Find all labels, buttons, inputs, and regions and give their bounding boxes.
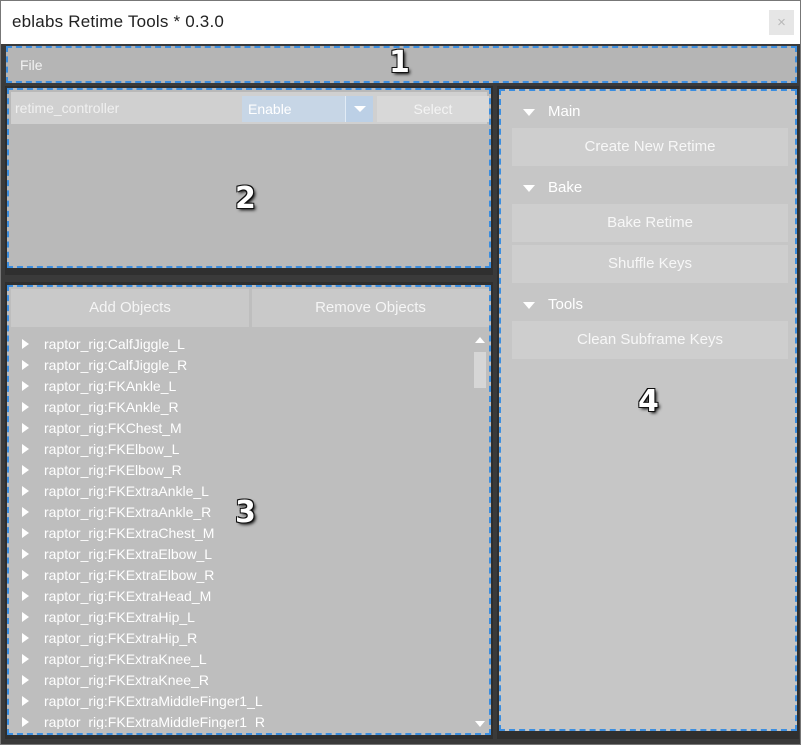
expand-arrow-icon[interactable]: [22, 381, 29, 391]
triangle-down-icon: [523, 109, 535, 116]
scroll-down-icon[interactable]: [475, 721, 485, 727]
controller-name: retime_controller: [15, 100, 120, 116]
tree-item[interactable]: raptor_rig:FKExtraHip_L: [15, 607, 471, 628]
triangle-down-icon: [523, 185, 535, 192]
region-number-3: 3: [235, 495, 256, 530]
tree-item-label: raptor_rig:FKExtraElbow_L: [44, 546, 213, 562]
tree-item-label: raptor_rig:FKAnkle_R: [44, 399, 179, 415]
expand-arrow-icon[interactable]: [22, 444, 29, 454]
tree-item-label: raptor_rig:FKChest_M: [44, 420, 182, 436]
tree-item[interactable]: raptor_rig:FKExtraHead_M: [15, 586, 471, 607]
tree-item-label: raptor_rig:FKExtraKnee_L: [44, 651, 207, 667]
tree-item-label: raptor_rig:FKExtraAnkle_R: [44, 504, 212, 520]
object-tree: raptor_rig:CalfJiggle_L raptor_rig:CalfJi…: [15, 334, 471, 729]
tree-item[interactable]: raptor_rig:FKExtraMiddleFinger1_R: [15, 712, 471, 729]
region-number-2: 2: [235, 181, 256, 216]
expand-arrow-icon[interactable]: [22, 507, 29, 517]
mode-dropdown[interactable]: Enable: [242, 96, 373, 122]
expand-arrow-icon[interactable]: [22, 486, 29, 496]
section-main-label: Main: [548, 103, 581, 120]
menu-file[interactable]: File: [20, 57, 43, 73]
tree-item[interactable]: raptor_rig:FKAnkle_R: [15, 397, 471, 418]
remove-objects-button[interactable]: Remove Objects: [252, 289, 489, 327]
clean-subframe-keys-button[interactable]: Clean Subframe Keys: [512, 321, 788, 359]
chevron-down-icon[interactable]: [345, 96, 373, 122]
tree-item-label: raptor_rig:FKExtraHip_L: [44, 609, 195, 625]
tree-item-label: raptor_rig:FKExtraMiddleFinger1_L: [44, 693, 263, 709]
tree-item[interactable]: raptor_rig:FKAnkle_L: [15, 376, 471, 397]
triangle-down-icon: [523, 302, 535, 309]
bake-retime-button[interactable]: Bake Retime: [512, 204, 788, 242]
tree-item[interactable]: raptor_rig:FKExtraMiddleFinger1_L: [15, 691, 471, 712]
tree-item[interactable]: raptor_rig:FKElbow_R: [15, 460, 471, 481]
scroll-thumb[interactable]: [474, 352, 486, 388]
tree-item-label: raptor_rig:FKExtraHead_M: [44, 588, 212, 604]
title-bar: eblabs Retime Tools * 0.3.0 ×: [1, 1, 800, 44]
tree-item-label: raptor_rig:FKExtraChest_M: [44, 525, 215, 541]
region-number-4: 4: [638, 384, 659, 419]
tree-item-label: raptor_rig:FKExtraKnee_R: [44, 672, 209, 688]
section-tools-label: Tools: [548, 296, 584, 313]
tree-item[interactable]: raptor_rig:FKExtraKnee_R: [15, 670, 471, 691]
tree-item-label: raptor_rig:FKElbow_R: [44, 462, 182, 478]
expand-arrow-icon[interactable]: [22, 528, 29, 538]
expand-arrow-icon[interactable]: [22, 402, 29, 412]
tree-item-label: raptor_rig:FKExtraMiddleFinger1_R: [44, 714, 265, 729]
tree-item-label: raptor_rig:FKExtraAnkle_L: [44, 483, 209, 499]
tree-item-label: raptor_rig:FKExtraHip_R: [44, 630, 198, 646]
scroll-up-icon[interactable]: [475, 337, 485, 343]
mode-dropdown-value: Enable: [248, 101, 292, 117]
expand-arrow-icon[interactable]: [22, 633, 29, 643]
controller-panel: retime_controller Enable Select: [7, 88, 491, 268]
objects-button-row: Add Objects Remove Objects: [11, 289, 489, 327]
tree-item[interactable]: raptor_rig:CalfJiggle_L: [15, 334, 471, 355]
close-icon[interactable]: ×: [769, 10, 794, 35]
expand-arrow-icon[interactable]: [22, 612, 29, 622]
expand-arrow-icon[interactable]: [22, 717, 29, 727]
expand-arrow-icon[interactable]: [22, 465, 29, 475]
expand-arrow-icon[interactable]: [22, 549, 29, 559]
tree-item-label: raptor_rig:FKElbow_L: [44, 441, 180, 457]
tree-item[interactable]: raptor_rig:FKExtraElbow_L: [15, 544, 471, 565]
select-button[interactable]: Select: [377, 96, 489, 122]
controller-row: retime_controller Enable Select: [11, 92, 489, 124]
expand-arrow-icon[interactable]: [22, 339, 29, 349]
tree-item[interactable]: raptor_rig:FKElbow_L: [15, 439, 471, 460]
region-number-1: 1: [389, 45, 410, 80]
tree-item[interactable]: raptor_rig:FKChest_M: [15, 418, 471, 439]
shuffle-keys-button[interactable]: Shuffle Keys: [512, 245, 788, 283]
create-new-retime-button[interactable]: Create New Retime: [512, 128, 788, 166]
expand-arrow-icon[interactable]: [22, 360, 29, 370]
expand-arrow-icon[interactable]: [22, 591, 29, 601]
add-objects-button[interactable]: Add Objects: [11, 289, 249, 327]
tree-item-label: raptor_rig:FKExtraElbow_R: [44, 567, 215, 583]
expand-arrow-icon[interactable]: [22, 696, 29, 706]
expand-arrow-icon[interactable]: [22, 423, 29, 433]
tree-scrollbar[interactable]: [473, 335, 487, 727]
expand-arrow-icon[interactable]: [22, 675, 29, 685]
tree-item[interactable]: raptor_rig:FKExtraKnee_L: [15, 649, 471, 670]
retime-tools-window: eblabs Retime Tools * 0.3.0 × File 1 ret…: [0, 0, 801, 745]
tree-item-label: raptor_rig:CalfJiggle_R: [44, 357, 188, 373]
section-bake-label: Bake: [548, 179, 583, 196]
expand-arrow-icon[interactable]: [22, 570, 29, 580]
tree-item-label: raptor_rig:FKAnkle_L: [44, 378, 177, 394]
tree-item-label: raptor_rig:CalfJiggle_L: [44, 336, 185, 352]
tree-item[interactable]: raptor_rig:FKExtraHip_R: [15, 628, 471, 649]
expand-arrow-icon[interactable]: [22, 654, 29, 664]
window-title: eblabs Retime Tools * 0.3.0: [12, 12, 225, 31]
tree-item[interactable]: raptor_rig:CalfJiggle_R: [15, 355, 471, 376]
tree-item[interactable]: raptor_rig:FKExtraElbow_R: [15, 565, 471, 586]
